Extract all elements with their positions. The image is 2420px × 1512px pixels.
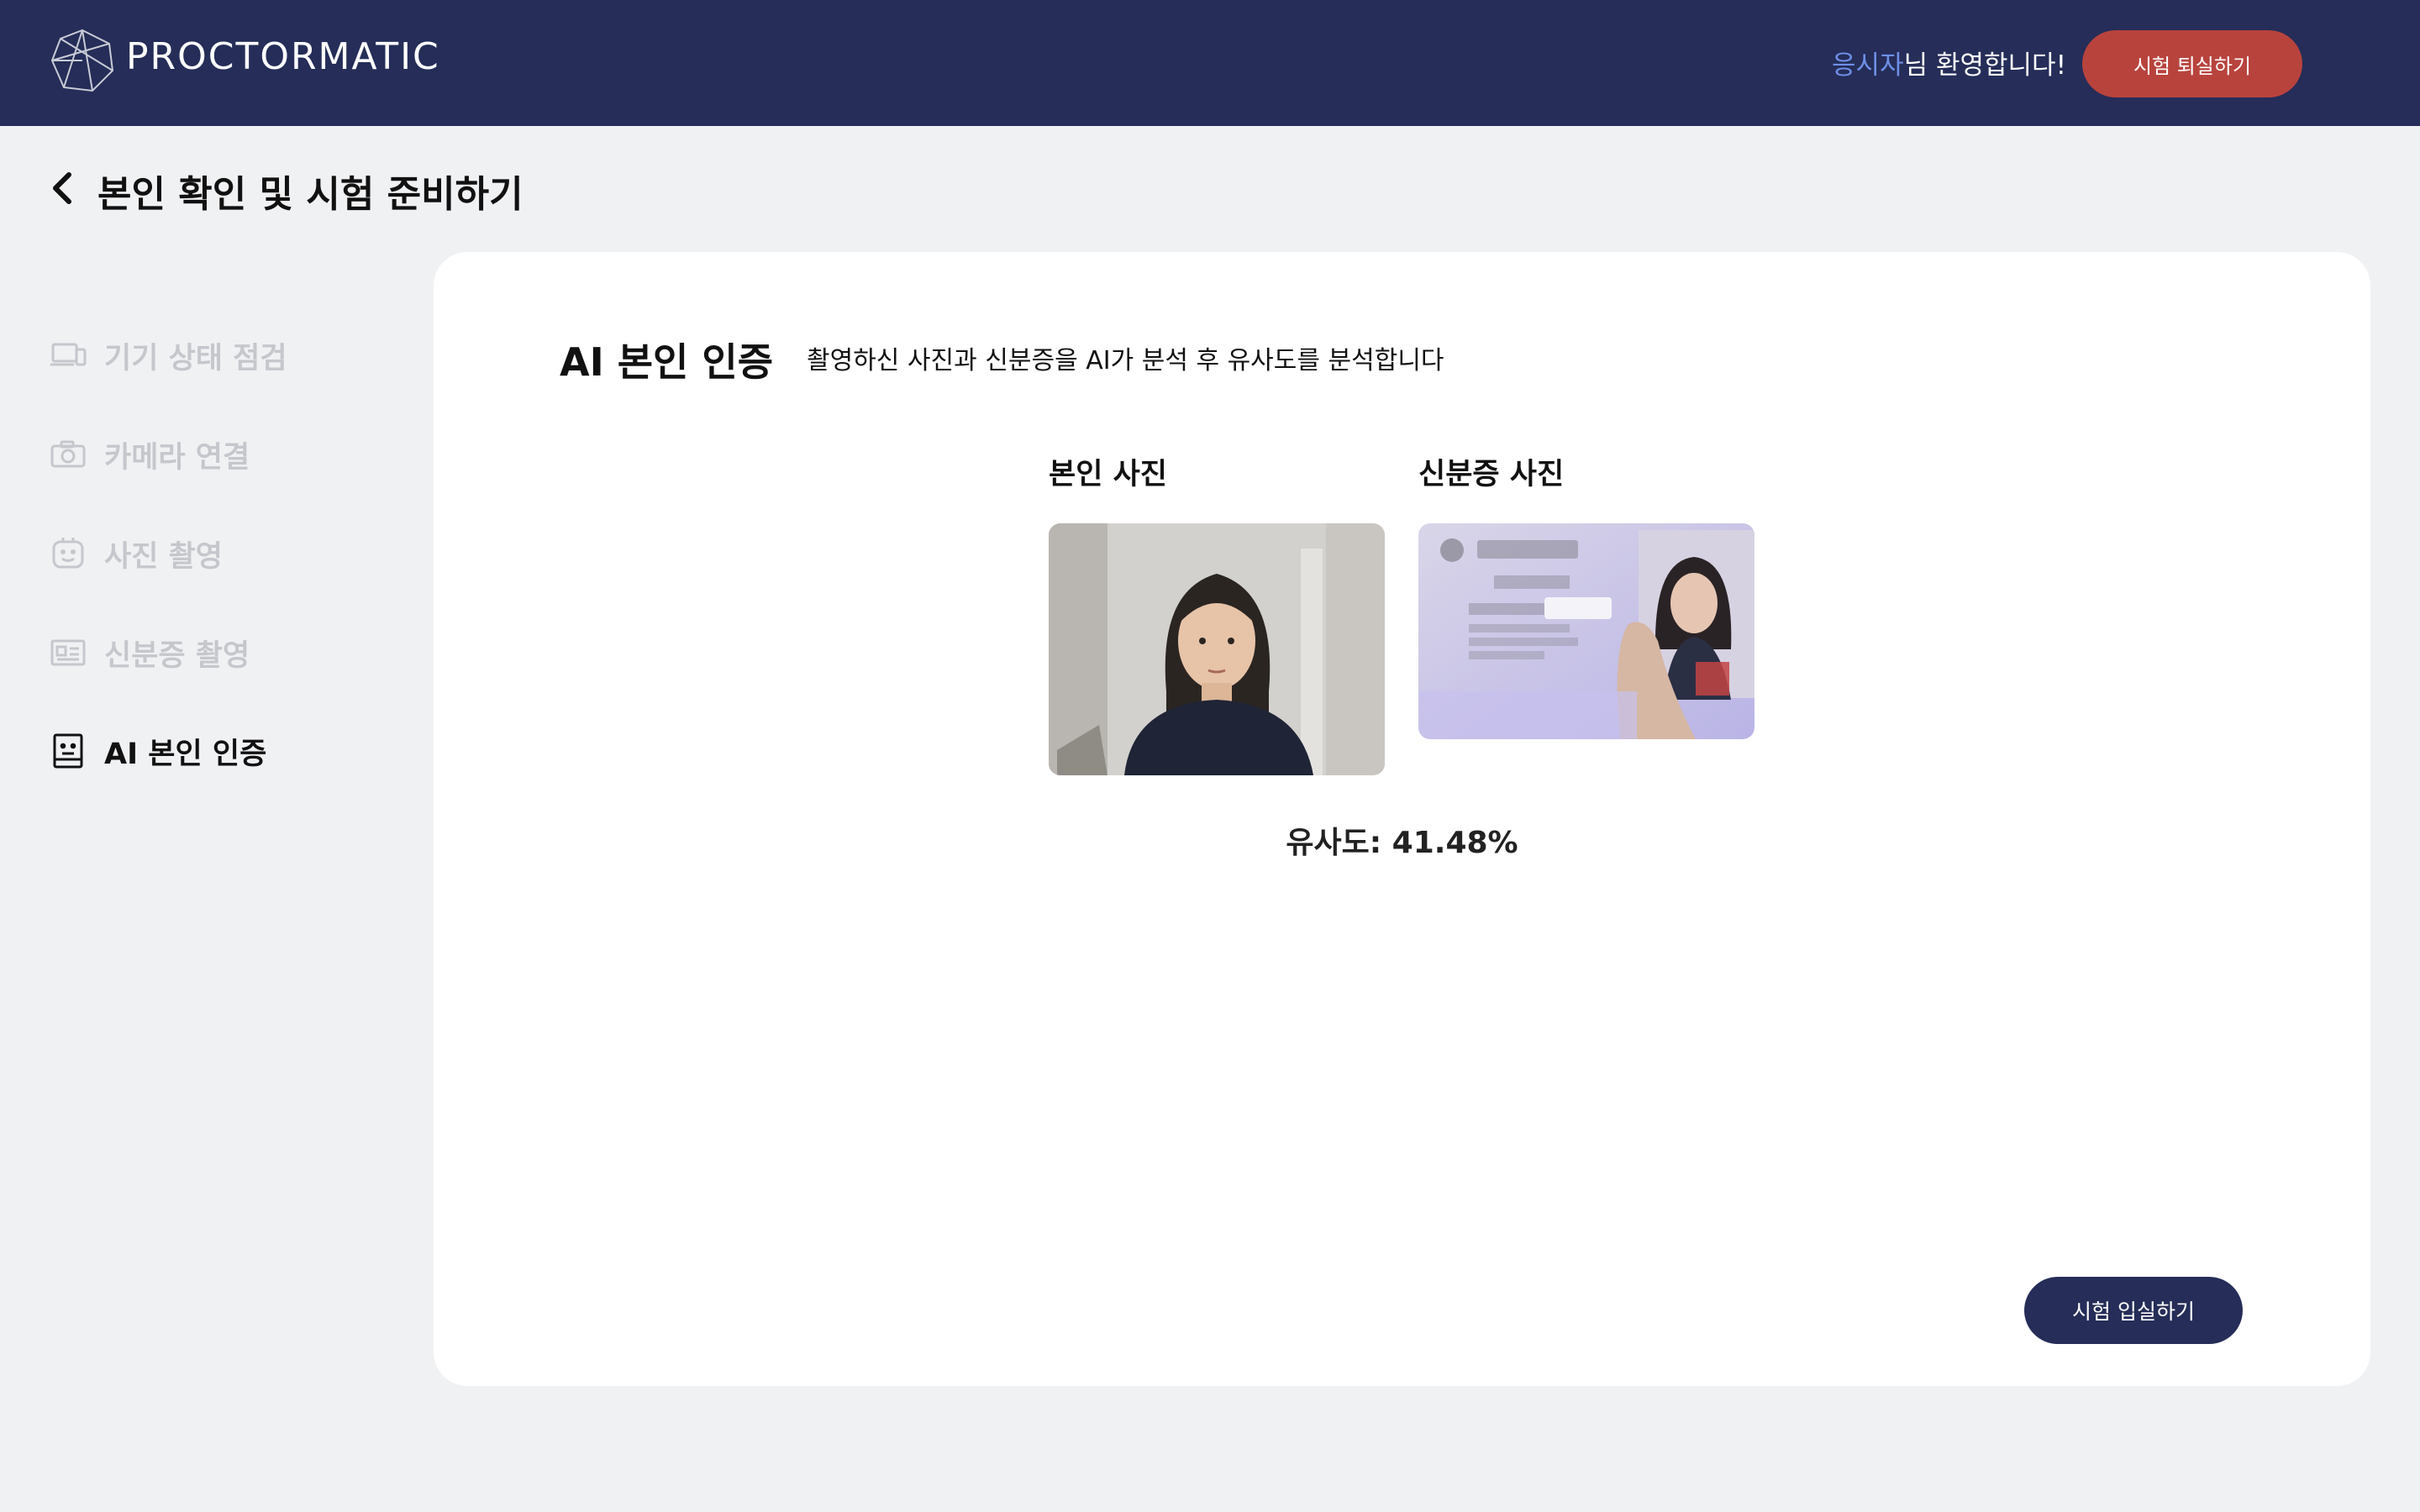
id-photo-label: 신분증 사진 [1418,458,1565,491]
section-title: AI 본인 인증 [560,339,774,385]
selfie-label: 본인 사진 [1049,458,1167,491]
page-title: 본인 확인 및 시험 준비하기 [97,173,523,216]
id-card-photo [1418,523,1754,739]
device-icon [50,343,87,366]
sidebar-item-device-check[interactable]: 기기 상태 점검 [49,330,287,381]
sidebar-item-label: 신분증 촬영 [104,638,250,673]
face-icon [52,538,84,569]
welcome-role: 응시자 [1832,50,1904,81]
id-card-icon [50,639,86,666]
exit-exam-button[interactable]: 시험 퇴실하기 [2082,30,2302,97]
id-card-image [1418,523,1754,739]
ai-face-icon [53,733,83,769]
sidebar-item-label: 카메라 연결 [104,440,250,475]
enter-exam-button[interactable]: 시험 입실하기 [2024,1277,2243,1344]
verification-card: AI 본인 인증 촬영하신 사진과 신분증을 AI가 분석 후 유사도를 분석합… [434,252,2370,1386]
selfie-photo [1049,523,1385,775]
brand-name: PROCTORMATIC [126,35,440,78]
sidebar-item-label: AI 본인 인증 [104,737,267,771]
welcome-text: 님 환영합니다! [1903,50,2066,81]
selfie-image [1049,523,1385,775]
sidebar-item-id-card[interactable]: 신분증 촬영 [49,627,250,678]
back-arrow-icon[interactable] [47,168,77,208]
sidebar-item-photo[interactable]: 사진 촬영 [49,528,223,579]
top-header: PROCTORMATIC 응시자님 환영합니다! 시험 퇴실하기 [0,0,2420,126]
welcome-message: 응시자님 환영합니다! [1832,44,2066,81]
sidebar-item-label: 사진 촬영 [104,539,223,574]
logo-icon [50,29,114,92]
sidebar-item-ai-verify[interactable]: AI 본인 인증 [49,726,266,776]
sidebar-item-label: 기기 상태 점검 [104,341,287,375]
camera-icon [50,440,86,468]
section-description: 촬영하신 사진과 신분증을 AI가 분석 후 유사도를 분석합니다 [807,346,1444,375]
sidebar-item-camera[interactable]: 카메라 연결 [49,429,250,480]
similarity-score: 유사도: 41.48% [1286,826,1518,860]
